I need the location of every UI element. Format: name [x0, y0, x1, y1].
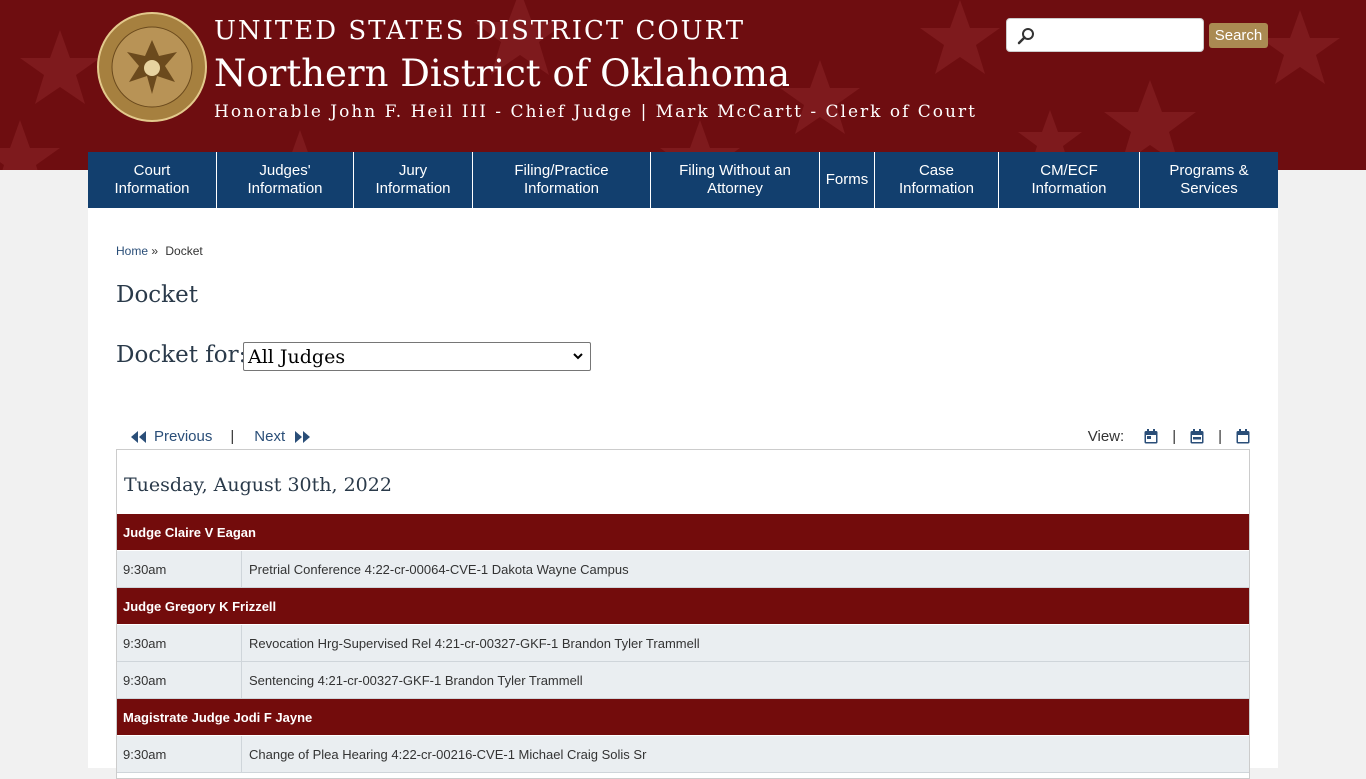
nav-judges-information[interactable]: Judges' Information — [217, 152, 354, 208]
view-controls: View: | | — [1088, 428, 1250, 445]
pager: Previous | Next — [130, 428, 311, 445]
nav-programs-services[interactable]: Programs & Services — [1140, 152, 1278, 208]
event-description: Revocation Hrg-Supervised Rel 4:21-cr-00… — [249, 635, 700, 651]
event-description: Change of Plea Hearing 4:22-cr-00216-CVE… — [249, 746, 647, 762]
search-box — [1006, 18, 1204, 52]
rewind-icon — [131, 430, 146, 443]
pager-separator: | — [230, 428, 235, 445]
judge-select-value: All Judges — [248, 345, 346, 368]
event-time: 9:30am — [117, 551, 242, 587]
docket-date: Tuesday, August 30th, 2022 — [124, 474, 392, 496]
nav-court-information[interactable]: Court Information — [88, 152, 217, 208]
breadcrumb: Home » Docket — [116, 244, 203, 258]
nav-case-information[interactable]: Case Information — [875, 152, 999, 208]
judge-header: Judge Gregory K Frizzell — [117, 588, 1249, 625]
district-name[interactable]: Northern District of Oklahoma — [214, 52, 790, 95]
event-description: Pretrial Conference 4:22-cr-00064-CVE-1 … — [249, 561, 629, 577]
breadcrumb-separator: » — [151, 244, 159, 258]
table-row: 9:30am Revocation Hrg-Supervised Rel 4:2… — [117, 625, 1249, 662]
nav-forms[interactable]: Forms — [820, 152, 875, 208]
docket-panel: Tuesday, August 30th, 2022 Judge Claire … — [116, 449, 1250, 779]
breadcrumb-home-link[interactable]: Home — [116, 244, 148, 258]
event-description: Sentencing 4:21-cr-00327-GKF-1 Brandon T… — [249, 672, 583, 688]
page-title: Docket — [116, 282, 198, 308]
previous-label: Previous — [154, 428, 213, 445]
event-time: 9:30am — [117, 736, 242, 772]
view-separator: | — [1172, 428, 1177, 445]
search-icon — [1017, 28, 1034, 45]
day-view-icon[interactable] — [1144, 429, 1158, 444]
judge-header: Judge Claire V Eagan — [117, 514, 1249, 551]
event-time: 9:30am — [117, 625, 242, 661]
view-label: View: — [1087, 428, 1125, 445]
nav-jury-information[interactable]: Jury Information — [354, 152, 473, 208]
nav-cmecf-information[interactable]: CM/ECF Information — [999, 152, 1140, 208]
previous-link[interactable]: Previous — [130, 428, 212, 445]
main-nav: Court Information Judges' Information Ju… — [88, 152, 1278, 208]
docket-for-label: Docket for: — [116, 342, 247, 368]
judge-select[interactable]: All Judges — [243, 342, 591, 371]
event-time: 9:30am — [117, 662, 242, 698]
court-seal-icon — [97, 12, 207, 122]
breadcrumb-current: Docket — [165, 244, 203, 258]
court-name: UNITED STATES DISTRICT COURT — [214, 16, 746, 46]
search-button[interactable]: Search — [1209, 23, 1268, 48]
table-row: 9:30am Pretrial Conference 4:22-cr-00064… — [117, 551, 1249, 588]
docket-rows: Judge Claire V Eagan 9:30am Pretrial Con… — [117, 514, 1249, 773]
week-view-icon[interactable] — [1190, 429, 1204, 444]
nav-filing-without-attorney[interactable]: Filing Without an Attorney — [651, 152, 820, 208]
month-view-icon[interactable] — [1236, 429, 1250, 444]
site-header: UNITED STATES DISTRICT COURT Northern Di… — [0, 0, 1366, 170]
nav-filing-practice-information[interactable]: Filing/Practice Information — [473, 152, 651, 208]
chevron-down-icon — [573, 353, 583, 360]
judge-header: Magistrate Judge Jodi F Jayne — [117, 699, 1249, 736]
table-row: 9:30am Sentencing 4:21-cr-00327-GKF-1 Br… — [117, 662, 1249, 699]
next-link[interactable]: Next — [254, 428, 311, 445]
fast-forward-icon — [295, 430, 311, 443]
search-input[interactable] — [1041, 23, 1201, 49]
table-row: 9:30am Change of Plea Hearing 4:22-cr-00… — [117, 736, 1249, 773]
main-content: Home » Docket Docket Docket for: All Jud… — [88, 208, 1278, 779]
next-label: Next — [254, 428, 286, 445]
view-separator: | — [1218, 428, 1222, 445]
court-officials: Honorable John F. Heil III - Chief Judge… — [214, 102, 977, 122]
